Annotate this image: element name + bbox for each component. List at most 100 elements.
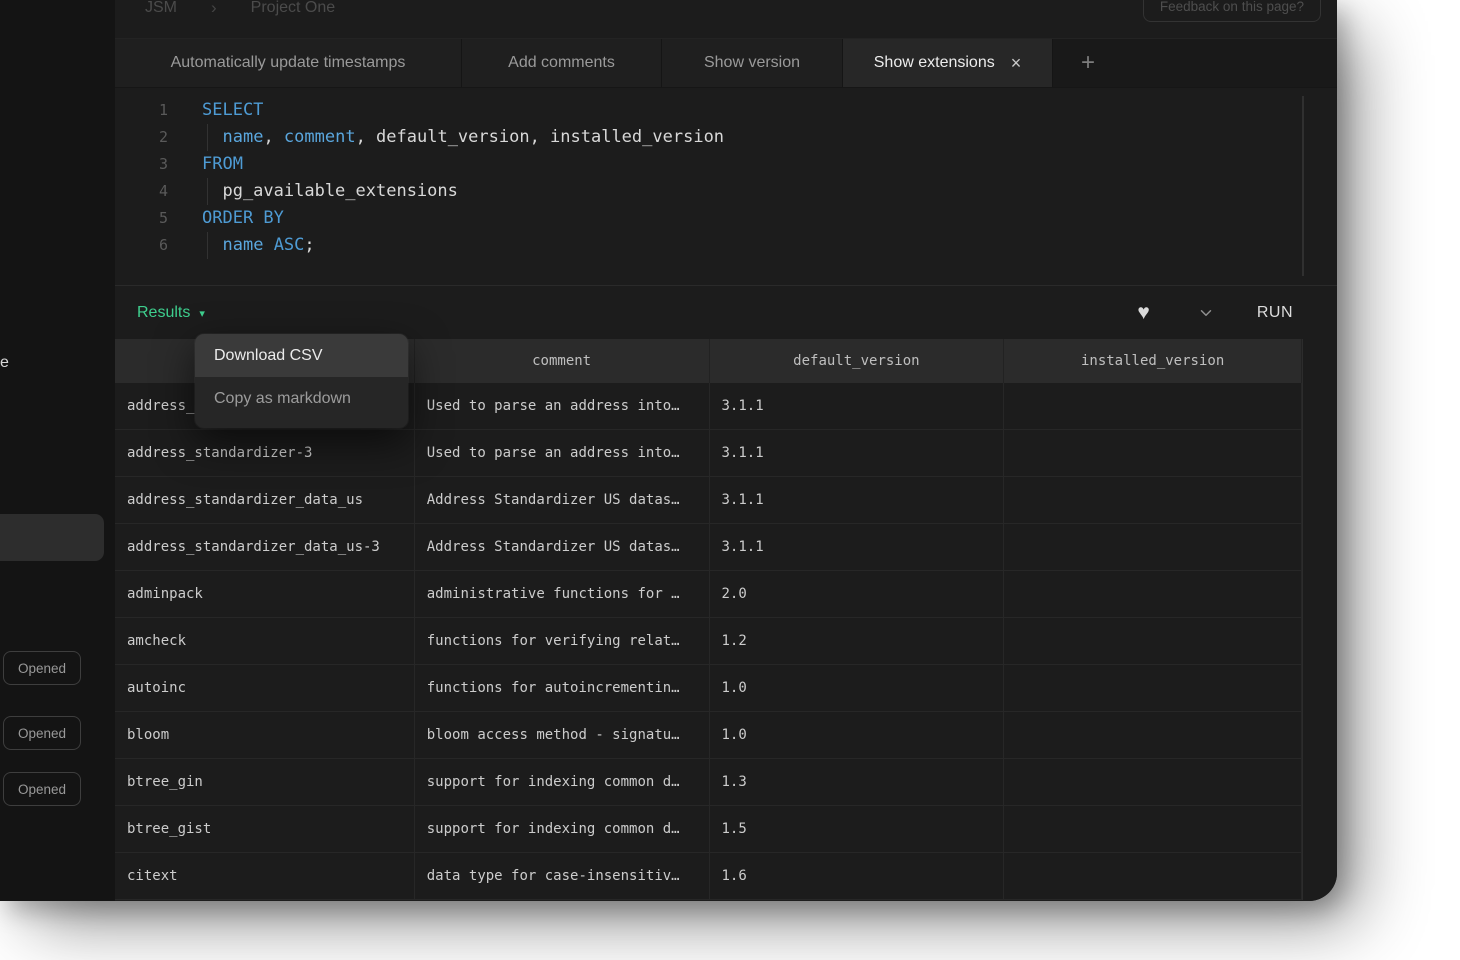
- code-token: FROM: [202, 151, 243, 178]
- line-number: 3: [115, 151, 202, 178]
- code-token: name: [222, 124, 263, 151]
- column-header-default_version: default_version: [710, 339, 1005, 383]
- code-line: 3FROM: [115, 151, 1337, 178]
- new-tab-button[interactable]: +: [1081, 51, 1095, 75]
- main-content: JSM › Project One Feedback on this page?…: [115, 0, 1337, 901]
- code-token: name: [222, 232, 263, 259]
- line-number: 4: [115, 178, 202, 205]
- code-line: 1SELECT: [115, 97, 1337, 124]
- tab-add-comments[interactable]: Add comments: [462, 39, 662, 87]
- tabs: Automatically update timestamps Add comme…: [115, 39, 1053, 87]
- table-row[interactable]: address_standardizer_data_us-3Address St…: [115, 524, 1302, 571]
- opened-badge[interactable]: Opened: [3, 651, 81, 685]
- table-row[interactable]: adminpackadministrative functions for …2…: [115, 571, 1302, 618]
- cell-name: btree_gin: [115, 759, 415, 805]
- cell-installed_version: [1004, 618, 1302, 664]
- cell-installed_version: [1004, 524, 1302, 570]
- code-token: pg_available_extensions: [202, 178, 458, 205]
- table-row[interactable]: btree_ginsupport for indexing common d…1…: [115, 759, 1302, 806]
- sidebar-active-item[interactable]: [0, 514, 104, 561]
- cell-comment: Address Standardizer US datas…: [415, 477, 710, 523]
- results-dropdown[interactable]: Results ▾: [137, 304, 205, 322]
- cell-comment: Used to parse an address into…: [415, 383, 710, 429]
- cell-installed_version: [1004, 759, 1302, 805]
- cell-installed_version: [1004, 712, 1302, 758]
- tab-bar: Automatically update timestamps Add comme…: [115, 38, 1337, 88]
- tab-label: Show extensions: [874, 54, 995, 72]
- cell-comment: functions for verifying relat…: [415, 618, 710, 664]
- tab-bar-rest: +: [1053, 39, 1337, 87]
- code-token: ,: [263, 124, 283, 151]
- top-bar: JSM › Project One Feedback on this page?: [115, 0, 1337, 38]
- line-number: 2: [115, 124, 202, 151]
- cell-comment: support for indexing common d…: [415, 759, 710, 805]
- table-row[interactable]: bloombloom access method - signatu…1.0: [115, 712, 1302, 759]
- code-line: 4 pg_available_extensions: [115, 178, 1337, 205]
- cell-name: address_standardizer_data_us: [115, 477, 415, 523]
- cell-default_version: 1.0: [710, 712, 1005, 758]
- column-header-installed_version: installed_version: [1004, 339, 1302, 383]
- cell-default_version: 1.2: [710, 618, 1005, 664]
- table-row[interactable]: autoincfunctions for autoincrementin…1.0: [115, 665, 1302, 712]
- results-bar: Results ▾ ♥ RUN: [115, 285, 1337, 339]
- close-tab-icon[interactable]: ×: [1011, 54, 1022, 72]
- feedback-button[interactable]: Feedback on this page?: [1143, 0, 1321, 22]
- table-row[interactable]: address_standardizer-3Used to parse an a…: [115, 430, 1302, 477]
- sidebar: e OpenedOpenedOpened: [0, 0, 115, 901]
- editor-scrollbar[interactable]: [1302, 96, 1304, 276]
- table-row[interactable]: citextdata type for case-insensitiv…1.6: [115, 853, 1302, 900]
- chevron-down-icon[interactable]: [1197, 304, 1215, 322]
- menu-item-copy-as-markdown[interactable]: Copy as markdown: [195, 377, 408, 420]
- code-line: 5ORDER BY: [115, 205, 1337, 232]
- cell-default_version: 2.0: [710, 571, 1005, 617]
- cell-name: citext: [115, 853, 415, 899]
- menu-item-download-csv[interactable]: Download CSV: [195, 334, 408, 377]
- code-token: [202, 232, 222, 259]
- sql-editor[interactable]: 1SELECT2 name, comment, default_version,…: [115, 88, 1337, 285]
- column-header-comment: comment: [415, 339, 710, 383]
- opened-badge[interactable]: Opened: [3, 772, 81, 806]
- line-number: 6: [115, 232, 202, 259]
- tab-show-version[interactable]: Show version: [662, 39, 843, 87]
- opened-badge[interactable]: Opened: [3, 716, 81, 750]
- code-line: 2 name, comment, default_version, instal…: [115, 124, 1337, 151]
- cell-name: btree_gist: [115, 806, 415, 852]
- cell-default_version: 1.5: [710, 806, 1005, 852]
- code-token: ASC: [274, 232, 305, 259]
- run-button[interactable]: RUN: [1257, 304, 1293, 322]
- code-area: 1SELECT2 name, comment, default_version,…: [115, 97, 1337, 259]
- results-label: Results: [137, 304, 190, 322]
- cell-comment: data type for case-insensitiv…: [415, 853, 710, 899]
- tab-label: Automatically update timestamps: [171, 54, 406, 72]
- cell-installed_version: [1004, 430, 1302, 476]
- cell-default_version: 1.3: [710, 759, 1005, 805]
- cell-name: bloom: [115, 712, 415, 758]
- cell-installed_version: [1004, 665, 1302, 711]
- table-row[interactable]: btree_gistsupport for indexing common d……: [115, 806, 1302, 853]
- code-token: [202, 124, 222, 151]
- tab-automatically-update-timestamps[interactable]: Automatically update timestamps: [115, 39, 462, 87]
- table-row[interactable]: address_standardizer_data_usAddress Stan…: [115, 477, 1302, 524]
- table-row[interactable]: amcheckfunctions for verifying relat…1.2: [115, 618, 1302, 665]
- code-token: ;: [304, 232, 314, 259]
- favorite-icon[interactable]: ♥: [1137, 302, 1149, 323]
- code-token: , default_version, installed_version: [356, 124, 724, 151]
- cell-comment: support for indexing common d…: [415, 806, 710, 852]
- code-token: comment: [284, 124, 356, 151]
- cell-installed_version: [1004, 571, 1302, 617]
- app-window: e OpenedOpenedOpened JSM › Project One F…: [0, 0, 1337, 901]
- cell-name: address_standardizer-3: [115, 430, 415, 476]
- cell-comment: bloom access method - signatu…: [415, 712, 710, 758]
- breadcrumb-org[interactable]: JSM: [145, 0, 177, 17]
- tab-show-extensions[interactable]: Show extensions ×: [843, 39, 1053, 87]
- breadcrumb-project[interactable]: Project One: [251, 0, 335, 17]
- cell-default_version: 3.1.1: [710, 477, 1005, 523]
- cell-installed_version: [1004, 477, 1302, 523]
- code-token: SELECT: [202, 97, 263, 124]
- cell-installed_version: [1004, 853, 1302, 899]
- line-number: 1: [115, 97, 202, 124]
- cell-default_version: 1.0: [710, 665, 1005, 711]
- cell-installed_version: [1004, 383, 1302, 429]
- results-caret-icon: ▾: [199, 307, 205, 320]
- cell-comment: functions for autoincrementin…: [415, 665, 710, 711]
